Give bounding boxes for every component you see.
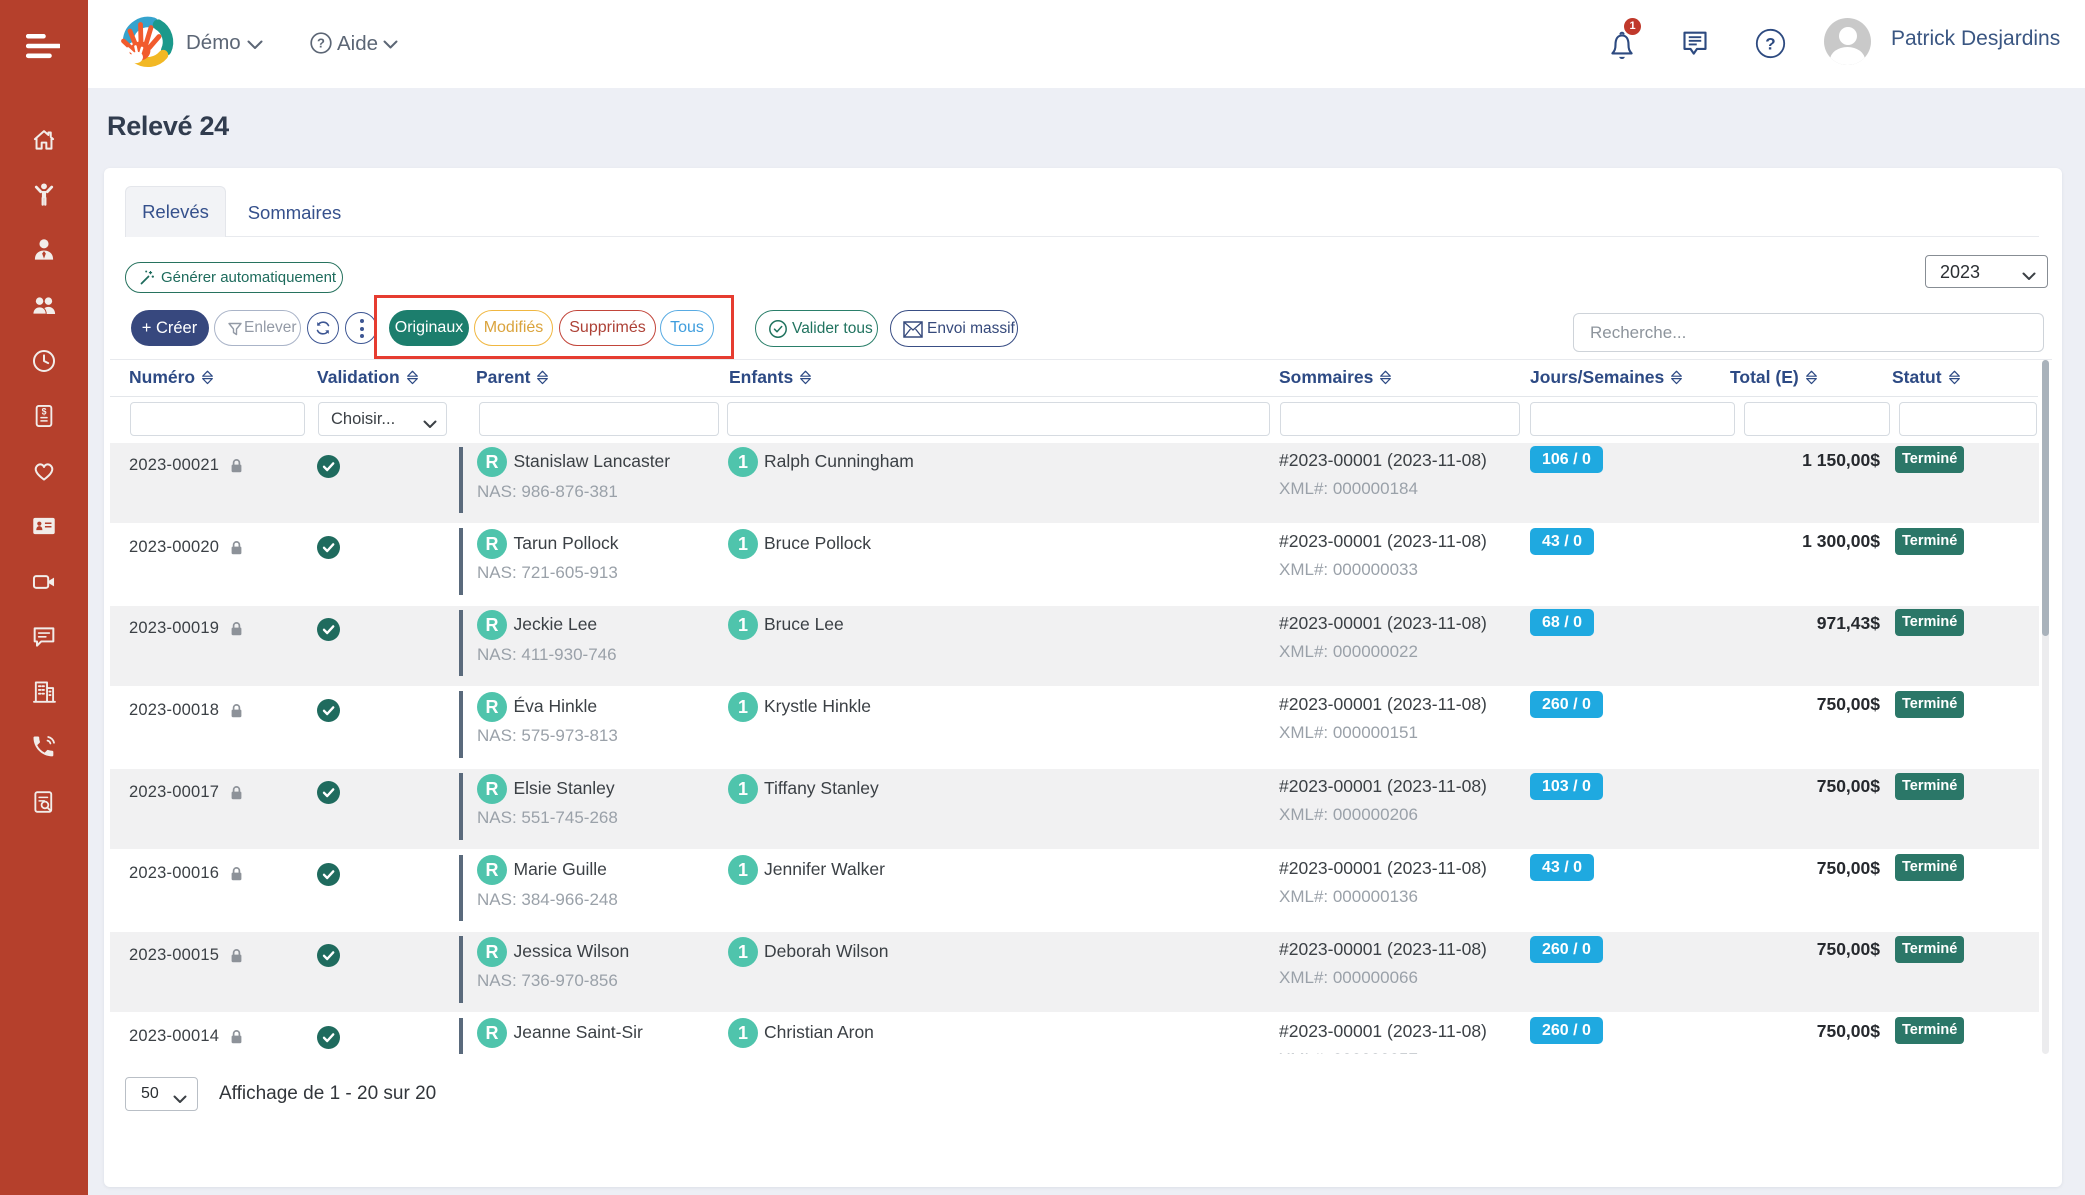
svg-text:?: ?: [1765, 35, 1775, 54]
svg-text:?: ?: [317, 36, 325, 51]
